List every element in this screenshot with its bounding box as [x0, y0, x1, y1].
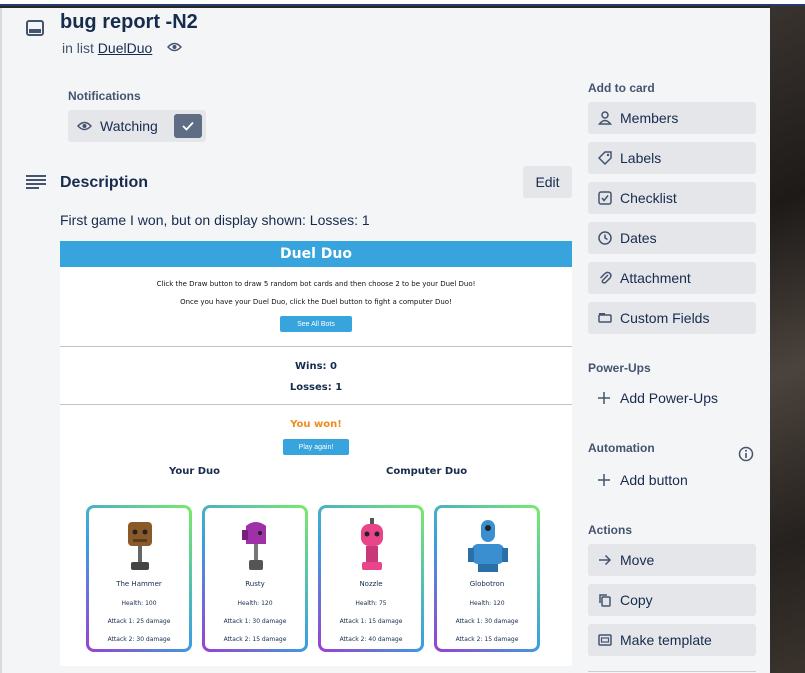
bot-health: Health: 120 — [469, 600, 505, 607]
make-template-button[interactable]: Make template — [588, 624, 756, 656]
checklist-label: Checklist — [620, 190, 677, 206]
clock-icon — [597, 230, 613, 246]
add-powerups-label: Add Power-Ups — [620, 390, 719, 406]
wins-count: Wins: 0 — [295, 361, 337, 372]
custom-fields-button[interactable]: Custom Fields — [588, 302, 756, 334]
actions-heading: Actions — [588, 523, 633, 537]
members-button[interactable]: Members — [588, 102, 756, 134]
attachment-button[interactable]: Attachment — [588, 262, 756, 294]
paperclip-icon — [597, 270, 613, 286]
top-border — [0, 0, 805, 6]
dates-label: Dates — [620, 230, 657, 246]
robot-icon — [242, 522, 266, 570]
add-button-button[interactable]: Add button — [588, 464, 756, 496]
computer-duo-label: Computer Duo — [386, 466, 468, 477]
divider — [60, 346, 572, 347]
card-detail-modal: bug report -N2 in list DuelDuo Notificat… — [0, 8, 770, 673]
labels-button[interactable]: Labels — [588, 142, 756, 174]
arrow-right-icon — [597, 552, 613, 568]
watch-button[interactable]: Watching — [68, 110, 206, 142]
info-icon[interactable] — [738, 446, 754, 462]
play-again-button: Play again! — [283, 439, 349, 455]
embed-instruction-1: Click the Draw button to draw 5 random b… — [156, 280, 476, 288]
notifications-heading: Notifications — [68, 89, 141, 103]
bot-name: The Hammer — [116, 580, 162, 588]
card-icon — [26, 20, 44, 36]
robot-icon — [128, 522, 152, 570]
copy-button[interactable]: Copy — [588, 584, 756, 616]
template-icon — [597, 632, 613, 648]
robot-icon — [468, 520, 508, 572]
dates-button[interactable]: Dates — [588, 222, 756, 254]
bot-attack-2: Attack 2: 15 damage — [223, 636, 287, 643]
card-title[interactable]: bug report -N2 — [60, 11, 198, 34]
your-duo-label: Your Duo — [169, 466, 221, 477]
bot-attack-1: Attack 1: 25 damage — [107, 618, 171, 625]
custom-fields-label: Custom Fields — [620, 310, 710, 326]
bot-health: Health: 100 — [121, 600, 157, 607]
eye-icon — [77, 120, 92, 132]
bot-attack-2: Attack 2: 15 damage — [455, 636, 519, 643]
embed-instruction-2: Once you have your Duel Duo, click the D… — [180, 298, 452, 306]
add-to-card-heading: Add to card — [588, 81, 655, 95]
plus-icon — [597, 473, 611, 487]
bot-attack-1: Attack 1: 30 damage — [455, 618, 519, 625]
bot-name: Nozzle — [359, 580, 383, 588]
add-button-label: Add button — [620, 472, 688, 488]
bot-card: Rusty Health: 120 Attack 1: 30 damage At… — [202, 505, 308, 652]
bot-attack-2: Attack 2: 30 damage — [107, 636, 171, 643]
checkbox-icon — [597, 190, 613, 206]
embedded-screenshot: Duel Duo Click the Draw button to draw 5… — [60, 241, 572, 666]
duo-labels: Your Duo Computer Duo — [60, 466, 572, 484]
add-powerups-button[interactable]: Add Power-Ups — [588, 382, 756, 414]
automation-heading: Automation — [588, 441, 655, 455]
description-text: First game I won, but on display shown: … — [60, 212, 370, 228]
edit-description-button[interactable]: Edit — [523, 166, 572, 198]
bot-card: Globotron Health: 120 Attack 1: 30 damag… — [434, 505, 540, 652]
tag-icon — [597, 150, 613, 166]
make-template-label: Make template — [620, 632, 712, 648]
description-icon — [26, 174, 46, 190]
bot-health: Health: 120 — [237, 600, 273, 607]
checklist-button[interactable]: Checklist — [588, 182, 756, 214]
watch-label: Watching — [100, 118, 158, 134]
plus-icon — [597, 391, 611, 405]
labels-label: Labels — [620, 150, 662, 166]
bot-health: Health: 75 — [355, 600, 387, 607]
bot-cards: The Hammer Health: 100 Attack 1: 25 dama… — [86, 505, 540, 652]
see-all-bots-button: See All Bots — [280, 316, 352, 332]
result-message: You won! — [290, 419, 342, 430]
bot-name: Rusty — [245, 580, 265, 588]
bot-attack-2: Attack 2: 40 damage — [339, 636, 403, 643]
bot-card: Nozzle Health: 75 Attack 1: 15 damage At… — [318, 505, 424, 652]
attachment-label: Attachment — [620, 270, 691, 286]
bot-attack-1: Attack 1: 15 damage — [339, 618, 403, 625]
check-icon — [174, 114, 202, 138]
background-board-image — [770, 0, 805, 673]
bot-card: The Hammer Health: 100 Attack 1: 25 dama… — [86, 505, 192, 652]
move-button[interactable]: Move — [588, 544, 756, 576]
person-icon — [597, 110, 613, 126]
robot-icon — [361, 518, 383, 570]
bot-attack-1: Attack 1: 30 damage — [223, 618, 287, 625]
divider — [60, 404, 572, 405]
embed-title: Duel Duo — [60, 241, 572, 267]
fields-icon — [597, 310, 613, 326]
losses-count: Losses: 1 — [289, 382, 343, 393]
eye-icon — [167, 41, 182, 53]
move-label: Move — [620, 552, 655, 568]
description-heading: Description — [60, 174, 149, 191]
copy-label: Copy — [620, 592, 653, 608]
powerups-heading: Power-Ups — [588, 361, 651, 375]
list-breadcrumb: in list DuelDuo — [62, 40, 152, 56]
copy-icon — [597, 592, 613, 608]
members-label: Members — [620, 110, 679, 126]
divider — [588, 671, 756, 672]
bot-name: Globotron — [469, 580, 505, 588]
list-link[interactable]: DuelDuo — [98, 40, 152, 56]
in-list-prefix: in list — [62, 40, 94, 56]
